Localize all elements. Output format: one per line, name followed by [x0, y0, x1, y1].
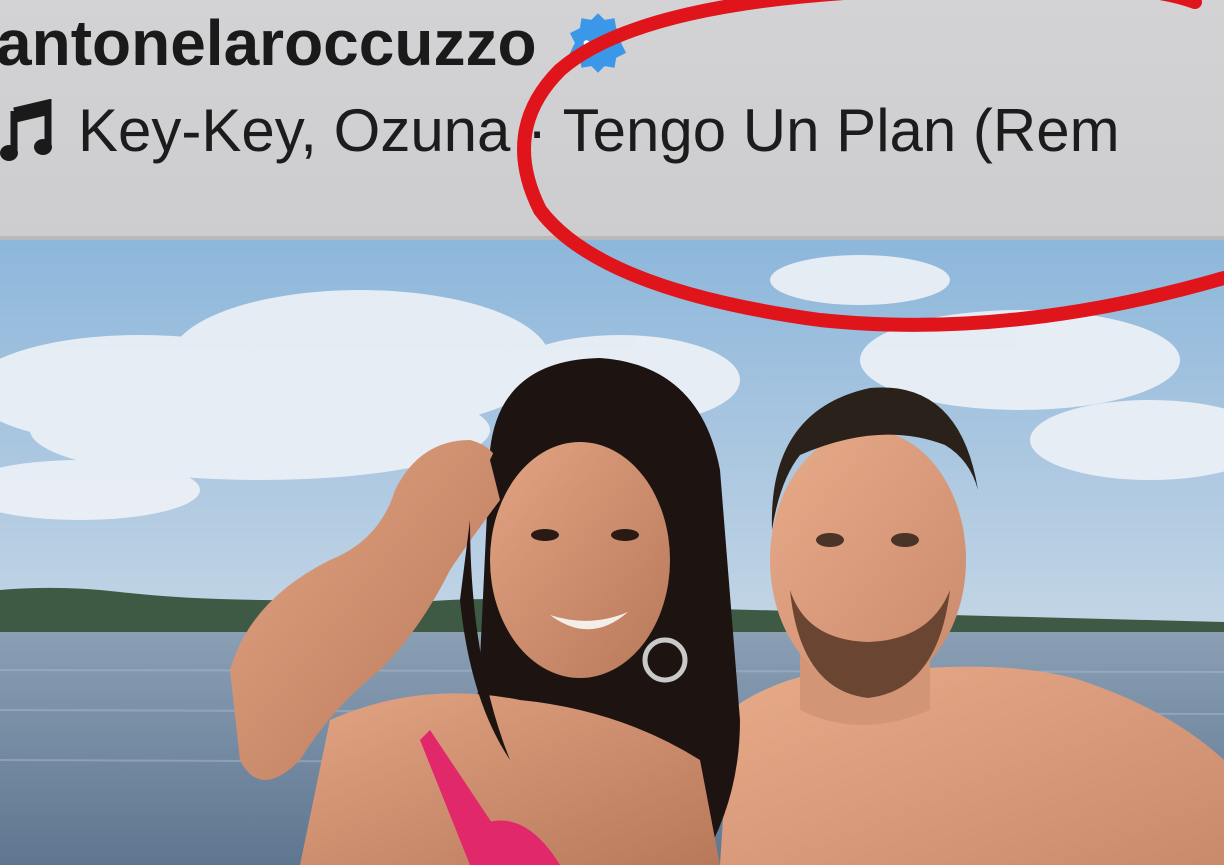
woman-face [490, 442, 670, 678]
username[interactable]: antonelaroccuzzo [0, 6, 537, 80]
audio-row[interactable]: Key-Key, Ozuna · Tengo Un Plan (Rem [0, 96, 1120, 165]
instagram-post-screenshot: antonelaroccuzzo Key-Key, Ozuna · Tengo … [0, 0, 1224, 865]
verified-badge-icon [569, 13, 626, 73]
music-note-icon [0, 98, 52, 161]
username-row: antonelaroccuzzo [0, 6, 631, 80]
audio-track-label: Key-Key, Ozuna · Tengo Un Plan (Rem [78, 97, 1120, 164]
post-header: antonelaroccuzzo Key-Key, Ozuna · Tengo … [0, 0, 1224, 240]
post-photo[interactable] [0, 240, 1224, 865]
